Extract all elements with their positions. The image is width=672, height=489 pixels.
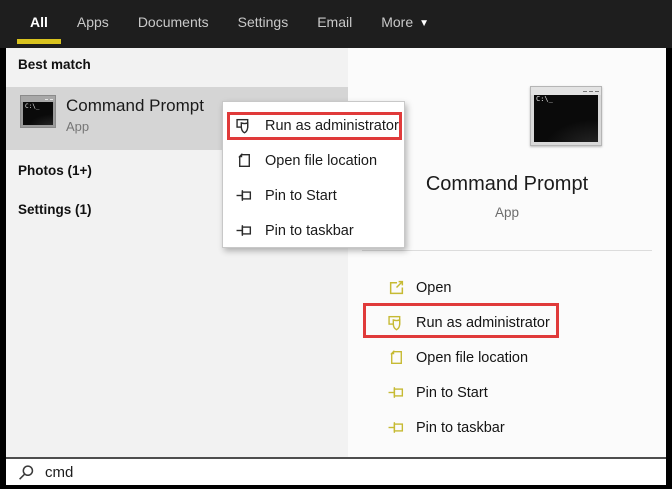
action-label: Pin to Start	[416, 385, 488, 401]
file-location-icon	[236, 152, 253, 169]
action-open-file-location[interactable]: Open file location	[348, 340, 666, 375]
run-as-admin-shield-icon	[236, 117, 253, 134]
search-icon	[18, 464, 35, 481]
tab-apps[interactable]: Apps	[77, 14, 109, 30]
group-settings[interactable]: Settings (1)	[18, 202, 92, 217]
menu-item-open-file-location[interactable]: Open file location	[223, 143, 404, 178]
run-as-admin-shield-icon	[388, 314, 405, 331]
tab-all[interactable]: All	[30, 14, 48, 30]
search-flyout-window: All Apps Documents Settings Email More▼ …	[0, 0, 672, 489]
tab-documents[interactable]: Documents	[138, 14, 209, 30]
action-label: Run as administrator	[416, 315, 550, 331]
action-run-as-administrator[interactable]: Run as administrator	[348, 305, 666, 340]
menu-item-pin-to-start[interactable]: Pin to Start	[223, 178, 404, 213]
tab-email[interactable]: Email	[317, 14, 352, 30]
pin-icon	[236, 222, 253, 239]
detail-actions-list: Open Run as administrator	[348, 270, 666, 445]
chevron-down-icon: ▼	[419, 18, 429, 29]
menu-item-run-as-administrator[interactable]: Run as administrator	[223, 108, 404, 143]
search-bar[interactable]	[6, 457, 666, 485]
detail-divider	[362, 250, 652, 251]
best-match-heading: Best match	[18, 57, 91, 72]
tab-settings[interactable]: Settings	[238, 14, 289, 30]
active-tab-underline	[17, 39, 61, 44]
tab-more[interactable]: More▼	[381, 14, 429, 30]
menu-item-pin-to-taskbar[interactable]: Pin to taskbar	[223, 213, 404, 248]
action-pin-to-taskbar[interactable]: Pin to taskbar	[348, 410, 666, 445]
action-label: Open file location	[416, 350, 528, 366]
open-icon	[388, 279, 405, 296]
result-title: Command Prompt	[66, 96, 204, 116]
menu-item-label: Pin to taskbar	[265, 223, 354, 239]
menu-item-label: Run as administrator	[265, 118, 399, 134]
context-menu: Run as administrator Open file location …	[222, 101, 405, 248]
search-input[interactable]	[45, 464, 345, 481]
command-prompt-icon-large: C:\_	[530, 86, 602, 146]
menu-item-label: Open file location	[265, 153, 377, 169]
pin-icon	[388, 419, 405, 436]
search-filter-tabbar: All Apps Documents Settings Email More▼	[0, 0, 672, 48]
action-label: Pin to taskbar	[416, 420, 505, 436]
pin-icon	[236, 187, 253, 204]
action-label: Open	[416, 280, 451, 296]
command-prompt-icon: C:\_	[20, 95, 56, 128]
menu-item-label: Pin to Start	[265, 188, 337, 204]
group-photos[interactable]: Photos (1+)	[18, 163, 92, 178]
result-subtitle: App	[66, 119, 89, 134]
action-open[interactable]: Open	[348, 270, 666, 305]
pin-icon	[388, 384, 405, 401]
file-location-icon	[388, 349, 405, 366]
action-pin-to-start[interactable]: Pin to Start	[348, 375, 666, 410]
